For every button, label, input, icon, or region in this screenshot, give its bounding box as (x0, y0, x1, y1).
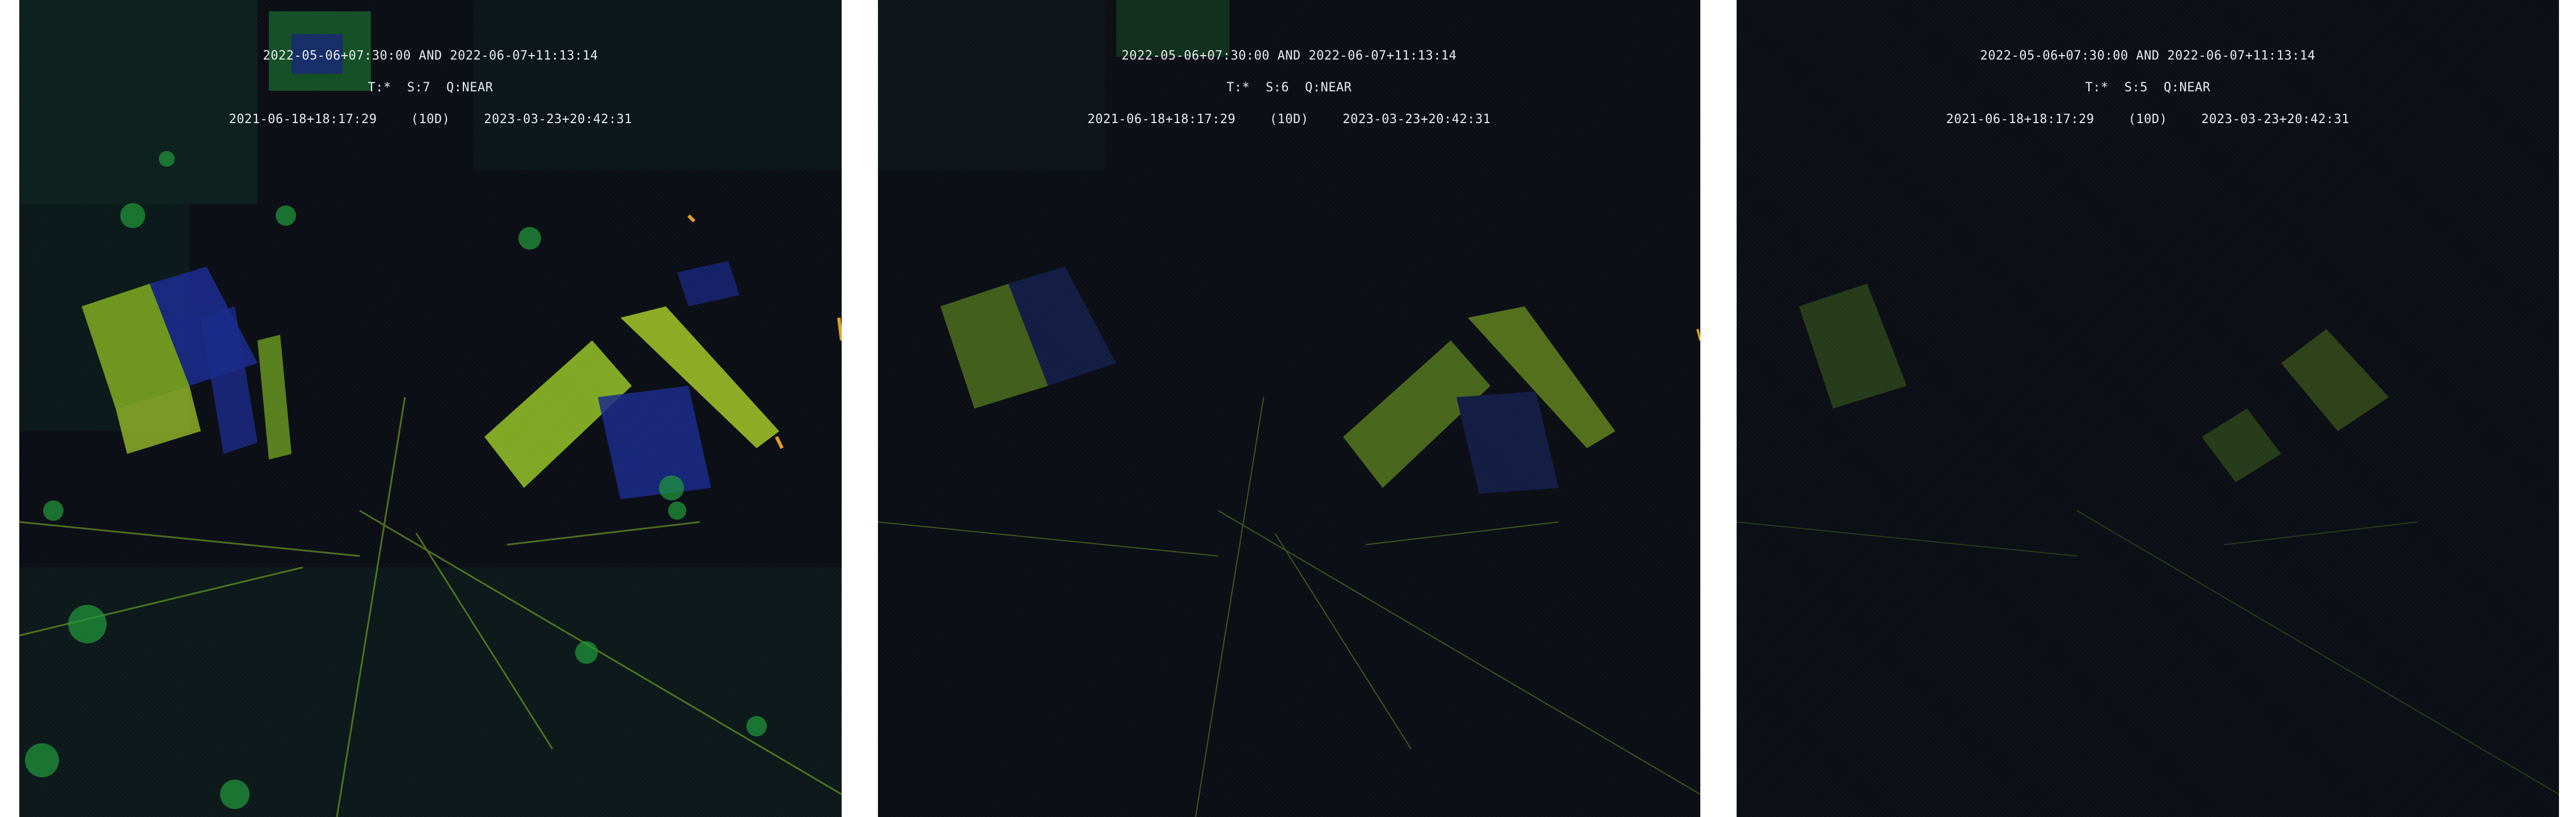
time-span-row: 2021-06-18+18:17:29 (10D) 2023-03-23+20:42… (878, 112, 1700, 127)
point-cloud-panel-2: 2022-05-06+07:30:00 AND 2022-06-07+11:13… (878, 0, 1700, 817)
start-time: 2021-06-18+18:17:29 (1087, 112, 1236, 127)
time-span-row: 2021-06-18+18:17:29 (10D) 2023-03-23+20:42… (1737, 112, 2559, 127)
params-row: T:* S:6 Q:NEAR (878, 81, 1700, 95)
date-range-label: 2022-05-06+07:30:00 AND 2022-06-07+11:13… (263, 49, 598, 63)
interval-label: (10D) (411, 112, 450, 127)
q-label: Q:NEAR (1305, 81, 1352, 95)
s-label: S:7 (407, 81, 430, 95)
point-cloud-panel-1: 2022-05-06+07:30:00 AND 2022-06-07+11:13… (19, 0, 842, 817)
date-range-label: 2022-05-06+07:30:00 AND 2022-06-07+11:13… (1121, 49, 1457, 63)
interval-label: (10D) (1269, 112, 1309, 127)
t-label: T:* (368, 81, 391, 95)
point-cloud-panel-3: 2022-05-06+07:30:00 AND 2022-06-07+11:13… (1737, 0, 2559, 817)
start-time: 2021-06-18+18:17:29 (1946, 112, 2094, 127)
s-label: S:5 (2124, 81, 2148, 95)
params-row: T:* S:7 Q:NEAR (19, 81, 842, 95)
start-time: 2021-06-18+18:17:29 (229, 112, 377, 127)
s-label: S:6 (1265, 81, 1289, 95)
t-label: T:* (2085, 81, 2109, 95)
q-label: Q:NEAR (446, 81, 493, 95)
end-time: 2023-03-23+20:42:31 (2201, 112, 2350, 127)
params-row: T:* S:5 Q:NEAR (1737, 81, 2559, 95)
time-span-row: 2021-06-18+18:17:29 (10D) 2023-03-23+20:42… (19, 112, 842, 127)
date-range-label: 2022-05-06+07:30:00 AND 2022-06-07+11:13… (1980, 49, 2316, 63)
t-label: T:* (1226, 81, 1250, 95)
q-label: Q:NEAR (2164, 81, 2211, 95)
interval-label: (10D) (2128, 112, 2168, 127)
end-time: 2023-03-23+20:42:31 (484, 112, 632, 127)
end-time: 2023-03-23+20:42:31 (1342, 112, 1491, 127)
